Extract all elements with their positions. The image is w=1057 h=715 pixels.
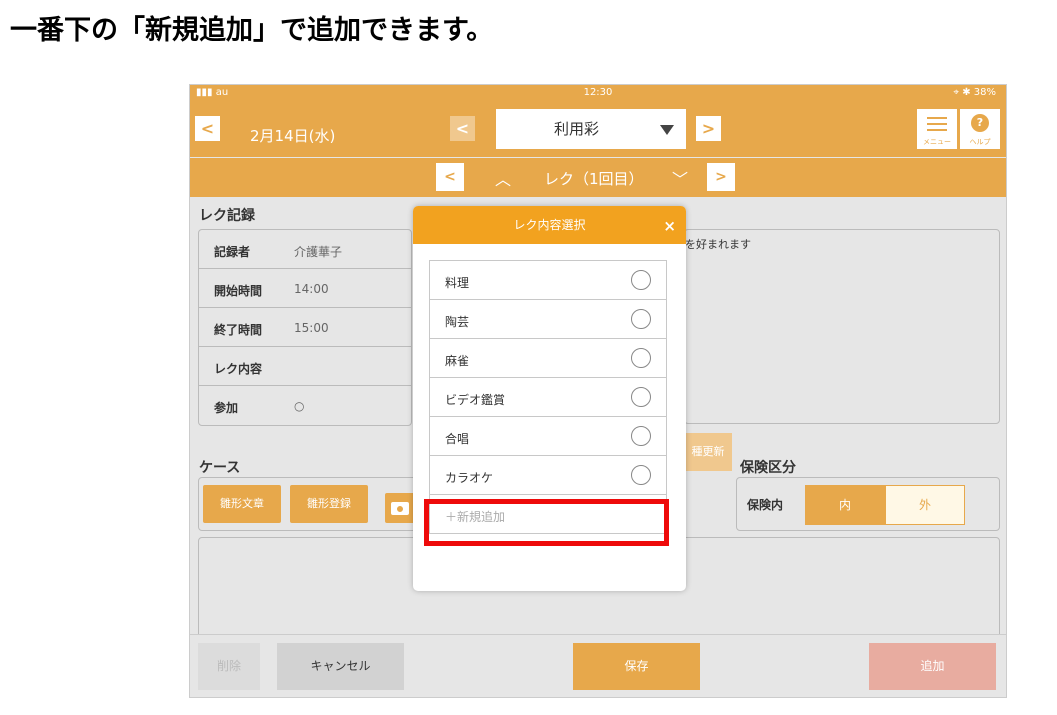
chevron-down-icon[interactable]: ﹀ bbox=[672, 166, 688, 190]
save-button[interactable]: 保存 bbox=[573, 643, 700, 690]
template-text-button[interactable]: 雛形文章 bbox=[203, 485, 281, 523]
option-list: 料理 陶芸 麻雀 ビデオ鑑賞 合唱 カラオケ ＋新規追加 bbox=[429, 260, 667, 534]
record-value: 15:00 bbox=[294, 321, 329, 335]
battery-status: ⌖ ✱ 38% bbox=[953, 87, 996, 98]
prev-record-button[interactable]: < bbox=[436, 163, 464, 191]
next-record-button[interactable]: > bbox=[707, 163, 735, 191]
help-icon: ? bbox=[971, 114, 989, 132]
cancel-button[interactable]: キャンセル bbox=[277, 643, 404, 690]
radio-icon[interactable] bbox=[631, 348, 651, 368]
tablet-screen: ▮▮▮ au 12:30 ⌖ ✱ 38% < 2月14日(水) < 利用彩 > … bbox=[189, 84, 1007, 698]
delete-button[interactable]: 削除 bbox=[198, 643, 260, 690]
status-bar: ▮▮▮ au 12:30 ⌖ ✱ 38% bbox=[190, 85, 1006, 101]
menu-label: メニュー bbox=[923, 138, 951, 146]
insurance-label: 保険内 bbox=[747, 498, 784, 512]
option-label: ビデオ鑑賞 bbox=[445, 393, 506, 407]
record-nav-bar: < ︿ レク（1回目） ﹀ > bbox=[190, 158, 1006, 197]
header-date: 2月14日(水) bbox=[250, 127, 336, 145]
record-row[interactable]: 記録者 介護華子 bbox=[199, 230, 411, 269]
record-label: 終了時間 bbox=[214, 323, 263, 337]
insurance-in-toggle[interactable]: 内 bbox=[805, 485, 885, 525]
template-register-button[interactable]: 雛形登録 bbox=[290, 485, 368, 523]
option-label: 陶芸 bbox=[445, 315, 470, 329]
user-name: 利用彩 bbox=[554, 120, 600, 138]
record-label: 記録者 bbox=[214, 245, 251, 259]
insurance-out-toggle[interactable]: 外 bbox=[885, 485, 965, 525]
option-label: カラオケ bbox=[445, 471, 494, 485]
bottom-action-bar: 削除 キャンセル 保存 追加 bbox=[190, 634, 1006, 697]
chevron-up-icon[interactable]: ︿ bbox=[495, 166, 511, 190]
option-item[interactable]: 料理 bbox=[429, 260, 667, 300]
help-button[interactable]: ? ヘルプ bbox=[960, 109, 1000, 149]
insurance-heading: 保険区分 bbox=[740, 460, 796, 476]
option-item[interactable]: ビデオ鑑賞 bbox=[429, 377, 667, 417]
modal-header: レク内容選択 × bbox=[413, 206, 686, 244]
radio-icon[interactable] bbox=[631, 387, 651, 407]
records-heading: レク記録 bbox=[199, 208, 255, 224]
radio-icon[interactable] bbox=[631, 270, 651, 290]
clock: 12:30 bbox=[583, 87, 613, 98]
insurance-selector: 保険内 内 外 bbox=[736, 477, 1000, 531]
option-item[interactable]: 陶芸 bbox=[429, 299, 667, 339]
radio-icon[interactable] bbox=[631, 465, 651, 485]
record-label: 開始時間 bbox=[214, 284, 263, 298]
highlight-annotation bbox=[424, 499, 669, 546]
option-item[interactable]: 麻雀 bbox=[429, 338, 667, 378]
record-value: 介護華子 bbox=[294, 245, 343, 259]
notes-text: を好まれます bbox=[685, 238, 751, 251]
option-item[interactable]: 合唱 bbox=[429, 416, 667, 456]
header-bar: < 2月14日(水) < 利用彩 > メニュー ? ヘルプ bbox=[190, 101, 1006, 157]
next-user-button[interactable]: > bbox=[696, 116, 721, 141]
record-value: ○ bbox=[294, 399, 305, 413]
record-label: レク内容 bbox=[214, 362, 263, 376]
back-button[interactable]: < bbox=[195, 116, 220, 141]
record-row[interactable]: 終了時間 15:00 bbox=[199, 308, 411, 347]
record-table: 記録者 介護華子 開始時間 14:00 終了時間 15:00 レク内容 参加 ○ bbox=[198, 229, 412, 426]
case-heading: ケース bbox=[199, 460, 241, 476]
menu-button[interactable]: メニュー bbox=[917, 109, 957, 149]
record-value: 14:00 bbox=[294, 282, 329, 296]
option-label: 合唱 bbox=[445, 432, 470, 446]
record-row[interactable]: 参加 ○ bbox=[199, 386, 411, 425]
close-icon[interactable]: × bbox=[663, 206, 676, 246]
record-title: レク（1回目） bbox=[544, 170, 644, 188]
radio-icon[interactable] bbox=[631, 426, 651, 446]
option-item[interactable]: カラオケ bbox=[429, 455, 667, 495]
modal-title: レク内容選択 bbox=[513, 218, 586, 232]
record-row[interactable]: レク内容 bbox=[199, 347, 411, 386]
record-label: 参加 bbox=[214, 401, 239, 415]
add-button[interactable]: 追加 bbox=[869, 643, 996, 690]
record-row[interactable]: 開始時間 14:00 bbox=[199, 269, 411, 308]
notes-textarea[interactable]: を好まれます bbox=[684, 229, 1000, 424]
user-select[interactable]: 利用彩 bbox=[496, 109, 686, 149]
chevron-down-icon bbox=[660, 125, 674, 135]
option-label: 料理 bbox=[445, 276, 470, 290]
update-button[interactable]: 種更新 bbox=[684, 433, 732, 471]
menu-icon bbox=[927, 117, 947, 135]
instruction-caption: 一番下の「新規追加」で追加できます。 bbox=[10, 15, 494, 46]
prev-user-button[interactable]: < bbox=[450, 116, 475, 141]
help-label: ヘルプ bbox=[969, 138, 991, 146]
radio-icon[interactable] bbox=[631, 309, 651, 329]
option-label: 麻雀 bbox=[445, 354, 470, 368]
camera-icon[interactable] bbox=[385, 493, 415, 523]
